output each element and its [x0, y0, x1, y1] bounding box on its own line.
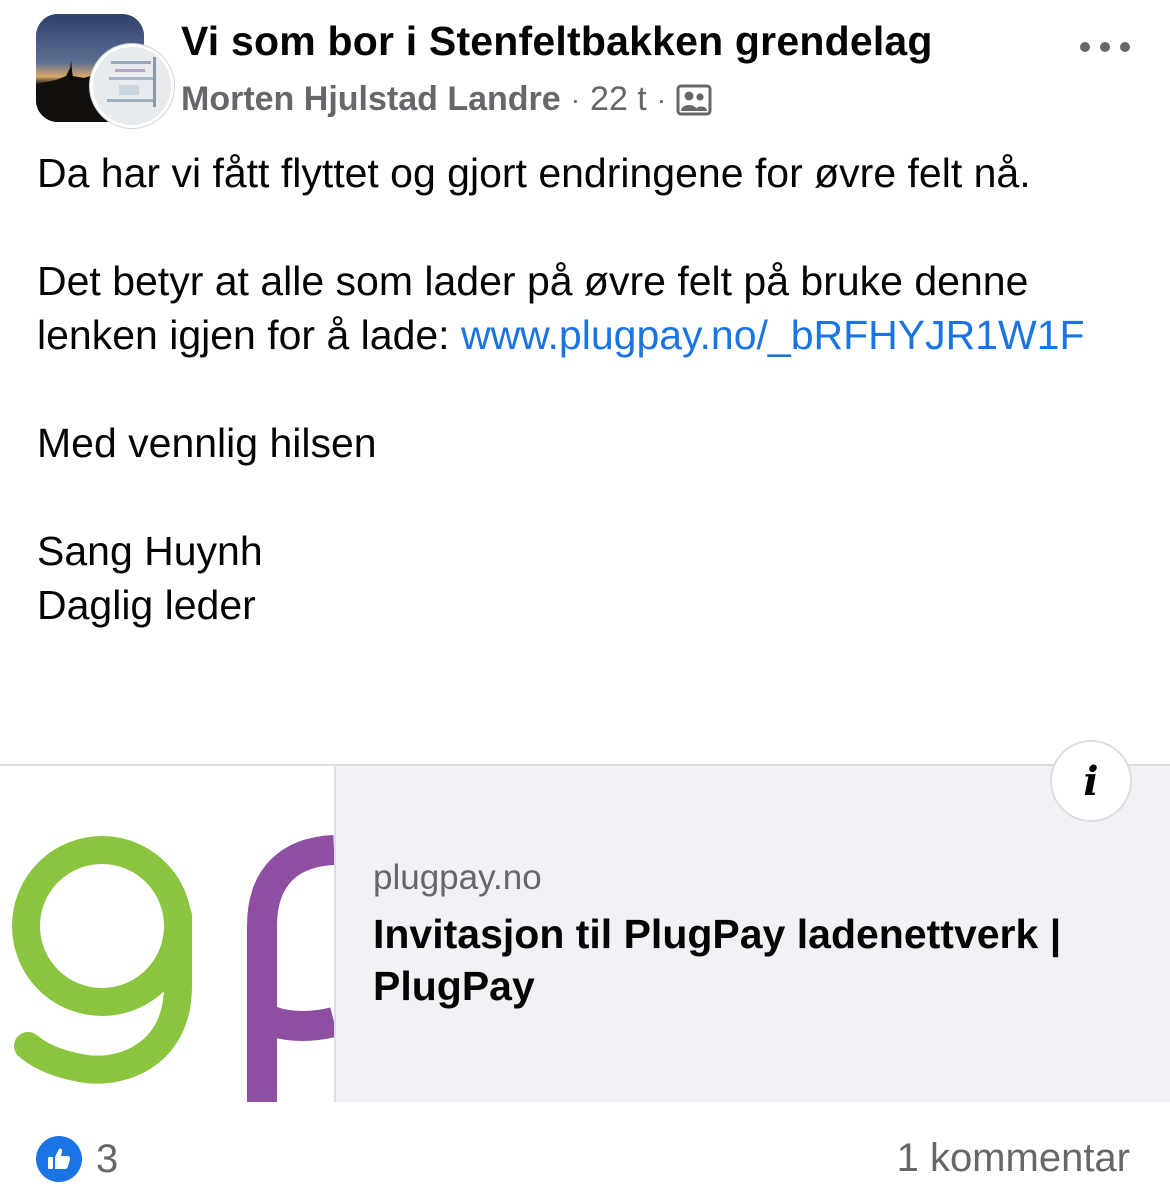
- avatar-group[interactable]: [36, 14, 174, 128]
- post-header: Vi som bor i Stenfeltbakken grendelag Mo…: [0, 0, 1170, 140]
- reactions-summary[interactable]: 3: [36, 1136, 118, 1182]
- signature-name: Sang Huynh: [37, 528, 263, 574]
- more-options-icon[interactable]: [1078, 30, 1134, 64]
- group-members-icon: [676, 82, 712, 118]
- post-footer: 3 1 kommentar: [0, 1100, 1170, 1195]
- signature-title: Daglig leder: [37, 582, 256, 628]
- link-domain: plugpay.no: [373, 858, 542, 897]
- reaction-count: 3: [96, 1136, 119, 1181]
- post-paragraph: Da har vi fått flyttet og gjort endringe…: [37, 150, 1031, 196]
- link-preview-text: plugpay.no Invitasjon til PlugPay ladene…: [373, 766, 1143, 1102]
- plugpay-logo-image: [12, 835, 334, 1102]
- meta-separator: ·: [656, 83, 667, 115]
- post-meta: Morten Hjulstad Landre · 22 t ·: [181, 80, 712, 119]
- post-link[interactable]: www.plugpay.no/_bRFHYJR1W1F: [461, 312, 1085, 358]
- group-name[interactable]: Vi som bor i Stenfeltbakken grendelag: [181, 18, 933, 65]
- post-text: Da har vi fått flyttet og gjort endringe…: [37, 146, 1127, 632]
- author-avatar[interactable]: [90, 44, 174, 128]
- link-preview-card[interactable]: plugpay.no Invitasjon til PlugPay ladene…: [0, 764, 1170, 1102]
- meta-separator: ·: [570, 83, 581, 115]
- comment-count[interactable]: 1 kommentar: [897, 1136, 1130, 1181]
- info-icon[interactable]: i: [1050, 740, 1132, 822]
- plugpay-logo: [0, 766, 336, 1102]
- post-paragraph: Det betyr at alle som lader på øvre felt…: [37, 254, 1127, 362]
- author-name[interactable]: Morten Hjulstad Landre: [181, 80, 561, 119]
- like-icon: [36, 1136, 82, 1182]
- post-greeting: Med vennlig hilsen: [37, 420, 377, 466]
- author-avatar-image: [93, 47, 171, 125]
- link-title[interactable]: Invitasjon til PlugPay ladenettverk | Pl…: [373, 908, 1143, 1012]
- post-timestamp[interactable]: 22 t: [590, 80, 647, 119]
